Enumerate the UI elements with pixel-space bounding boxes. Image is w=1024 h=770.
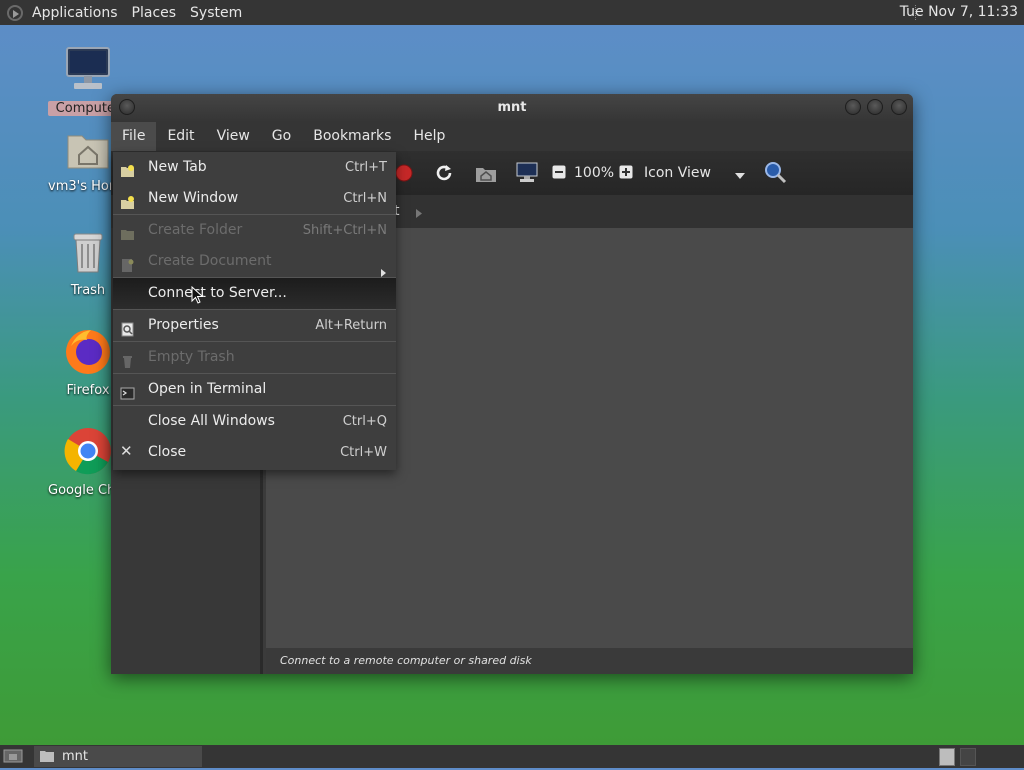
maximize-icon[interactable]	[867, 99, 883, 115]
file-menu-dropdown: New Tab Ctrl+T New Window Ctrl+N Create …	[113, 152, 396, 470]
clock[interactable]: Tue Nov 7, 11:33	[900, 4, 1018, 20]
workspace-switcher-2[interactable]	[960, 748, 976, 766]
close-icon: ✕	[120, 442, 133, 460]
menu-item-close[interactable]: ✕ Close Ctrl+W	[113, 437, 396, 468]
search-icon[interactable]	[763, 160, 787, 188]
show-desktop-icon[interactable]	[3, 748, 23, 768]
distro-logo-icon[interactable]	[7, 4, 23, 21]
home-folder-icon	[67, 135, 109, 169]
system-menu[interactable]: System	[183, 5, 249, 21]
firefox-icon	[66, 330, 110, 374]
menu-edit[interactable]: Edit	[156, 122, 205, 151]
trash-icon	[120, 350, 135, 368]
menu-item-empty-trash[interactable]: Empty Trash	[113, 342, 396, 373]
taskbar-window-button[interactable]: mnt	[34, 746, 202, 767]
computer-toolbar-icon[interactable]	[516, 161, 538, 187]
places-menu[interactable]: Places	[125, 5, 184, 21]
window-menu-icon[interactable]	[119, 99, 135, 115]
folder-icon	[39, 749, 55, 770]
menu-item-create-document[interactable]: Create Document	[113, 246, 396, 277]
reload-icon[interactable]	[434, 163, 454, 187]
minimize-icon[interactable]	[845, 99, 861, 115]
properties-icon	[120, 318, 135, 337]
menu-help[interactable]: Help	[402, 122, 456, 151]
menu-view[interactable]: View	[206, 122, 261, 151]
top-panel: Applications Places System Tue Nov 7, 11…	[0, 0, 1024, 25]
window-close-icon[interactable]	[891, 99, 907, 115]
chevron-right-icon[interactable]	[416, 207, 422, 222]
window-titlebar[interactable]: mnt	[111, 94, 913, 122]
stop-icon[interactable]	[395, 164, 413, 186]
menu-file[interactable]: File	[111, 122, 157, 151]
menu-item-close-all-windows[interactable]: Close All Windows Ctrl+Q	[113, 406, 396, 437]
menu-go[interactable]: Go	[261, 122, 302, 151]
status-bar: Connect to a remote computer or shared d…	[266, 648, 913, 674]
menu-item-open-in-terminal[interactable]: Open in Terminal	[113, 374, 396, 405]
trash-icon	[73, 233, 103, 273]
window-title: mnt	[497, 100, 527, 115]
create-document-icon	[120, 254, 135, 272]
menu-item-create-folder[interactable]: Create Folder Shift+Ctrl+N	[113, 215, 396, 246]
menu-item-properties[interactable]: Properties Alt+Return	[113, 310, 396, 341]
create-folder-icon	[120, 223, 135, 240]
workspace-switcher[interactable]	[939, 748, 955, 766]
new-window-icon	[120, 191, 135, 209]
menu-item-new-tab[interactable]: New Tab Ctrl+T	[113, 152, 396, 183]
taskbar: mnt	[0, 745, 1024, 768]
terminal-icon	[120, 382, 135, 400]
computer-icon	[66, 47, 110, 89]
zoom-in-icon[interactable]	[619, 165, 633, 183]
chrome-icon	[64, 428, 111, 475]
view-mode-select[interactable]: Icon View	[644, 165, 711, 181]
menu-bookmarks[interactable]: Bookmarks	[302, 122, 402, 151]
zoom-out-icon[interactable]	[552, 165, 566, 183]
new-tab-icon	[120, 160, 135, 177]
zoom-level: 100%	[574, 165, 615, 181]
menu-item-connect-to-server[interactable]: Connect to Server...	[113, 278, 396, 309]
menubar: File Edit View Go Bookmarks Help	[111, 122, 913, 151]
applications-menu[interactable]: Applications	[25, 5, 125, 21]
home-icon[interactable]	[475, 163, 497, 187]
menu-item-new-window[interactable]: New Window Ctrl+N	[113, 183, 396, 214]
chevron-down-icon[interactable]	[735, 169, 745, 184]
